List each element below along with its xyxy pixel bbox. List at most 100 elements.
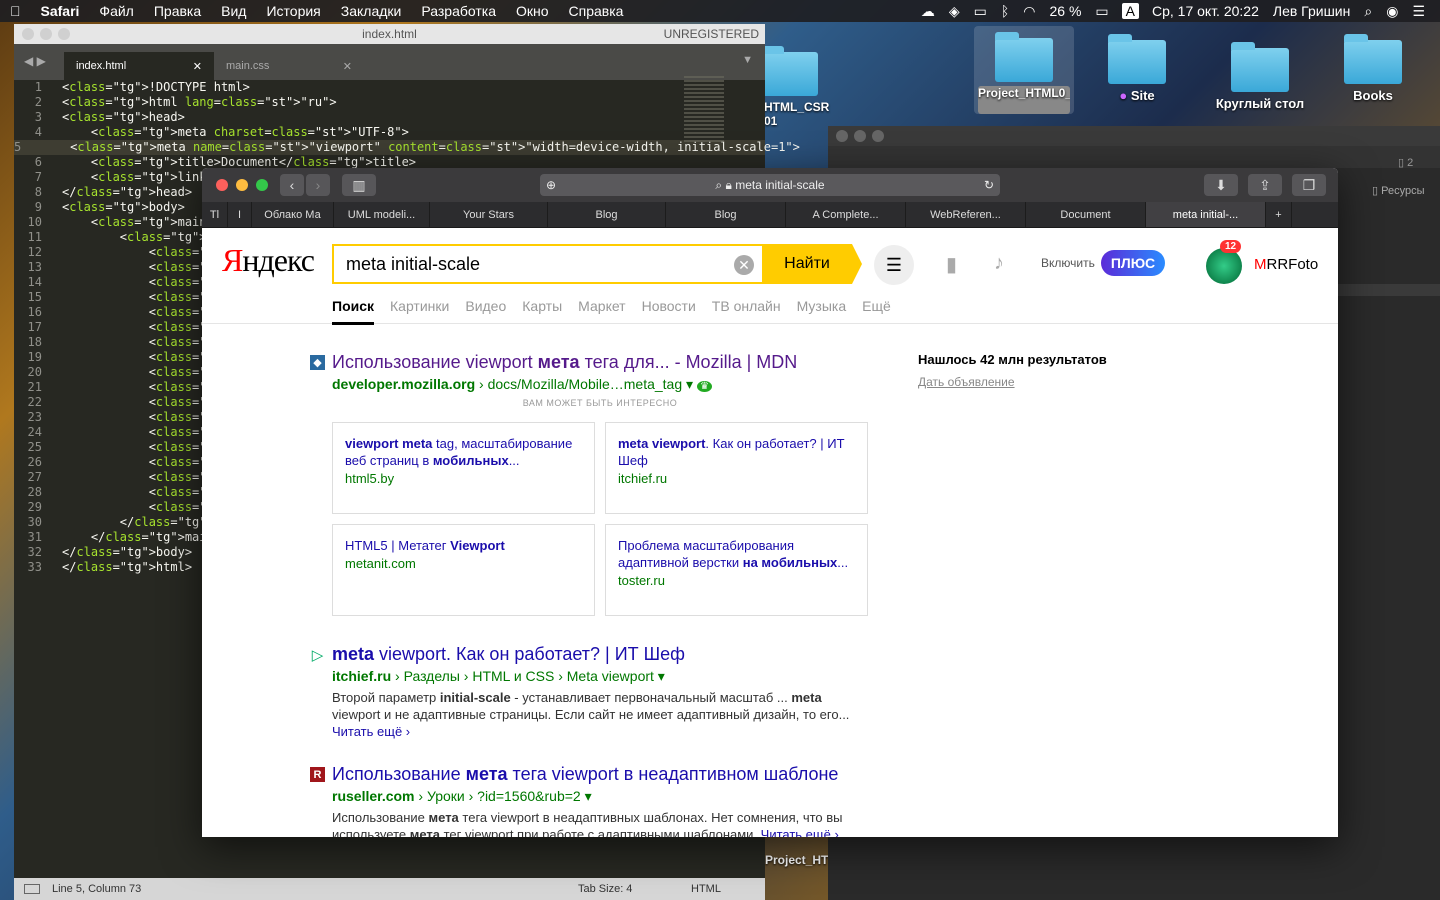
downloads-icon[interactable]: ⬇: [1204, 174, 1238, 196]
search-button[interactable]: Найти: [762, 244, 862, 284]
close-icon[interactable]: ✕: [193, 60, 202, 73]
reload-icon[interactable]: ↻: [984, 178, 994, 192]
sidebar-toggle-icon[interactable]: ▥: [342, 174, 376, 196]
code-line[interactable]: 5 <class="tg">meta name=class="st">"view…: [14, 140, 800, 155]
result-url[interactable]: itchief.ru › Разделы › HTML и CSS › Meta…: [332, 668, 872, 685]
search-vertical-tab[interactable]: Картинки: [390, 298, 449, 325]
code-line[interactable]: 2 <class="tg">html lang=class="st">"ru">: [14, 95, 765, 110]
clock[interactable]: Ср, 17 окт. 20:22: [1145, 3, 1266, 19]
related-card[interactable]: Проблема масштабирования адаптивной верс…: [605, 524, 868, 616]
tab-menu-icon[interactable]: ▼: [742, 54, 753, 66]
collections-icon[interactable]: ▮: [946, 252, 957, 277]
browser-tab[interactable]: Your Stars: [430, 202, 548, 227]
minimize-icon[interactable]: [236, 179, 248, 191]
yandex-logo[interactable]: Яндекс: [222, 242, 315, 279]
browser-tab[interactable]: Blog: [666, 202, 786, 227]
browser-tab[interactable]: UML modeli...: [334, 202, 430, 227]
desktop-folder-project-template[interactable]: Project_HTML0_Template: [974, 26, 1074, 114]
menu-develop[interactable]: Разработка: [411, 3, 506, 19]
desktop-folder-site[interactable]: ● Site: [1092, 34, 1182, 103]
desktop-folder-round-table[interactable]: Круглый стол: [1210, 42, 1310, 111]
tabs-overview-icon[interactable]: ❐: [1292, 174, 1326, 196]
code-line[interactable]: 4 <class="tg">meta charset=class="st">"U…: [14, 125, 765, 140]
result-url[interactable]: ruseller.com › Уроки › ?id=1560&rub=2 ▾: [332, 788, 872, 805]
address-bar[interactable]: ⊕ ⌕ 🔒︎ meta initial-scale ↻: [540, 174, 1000, 196]
menu-history[interactable]: История: [256, 3, 330, 19]
zoom-icon[interactable]: [872, 130, 884, 142]
result-url[interactable]: developer.mozilla.org › docs/Mozilla/Mob…: [332, 376, 872, 393]
user-login[interactable]: MRRFoto: [1254, 256, 1318, 273]
close-icon[interactable]: [836, 130, 848, 142]
syntax-mode[interactable]: HTML: [691, 883, 721, 895]
result-title[interactable]: meta viewport. Как он работает? | ИТ Шеф: [332, 644, 872, 665]
share-icon[interactable]: ⇪: [1248, 174, 1282, 196]
code-line[interactable]: 3 <class="tg">head>: [14, 110, 765, 125]
search-input[interactable]: meta initial-scale: [332, 244, 764, 284]
resources-tab[interactable]: ▯ Ресурсы: [1372, 184, 1425, 197]
result-title[interactable]: Использование viewport мета тега для... …: [332, 352, 872, 373]
menu-window[interactable]: Окно: [506, 3, 559, 19]
menu-bookmarks[interactable]: Закладки: [331, 3, 412, 19]
advertise-link[interactable]: Дать объявление: [918, 375, 1107, 389]
tab-main-css[interactable]: main.css ✕: [214, 52, 364, 80]
search-vertical-tab[interactable]: Музыка: [797, 298, 847, 325]
plus-promo[interactable]: Включить ПЛЮС: [1041, 250, 1166, 276]
menu-safari[interactable]: Safari: [31, 3, 90, 19]
browser-tab[interactable]: Document: [1026, 202, 1146, 227]
search-vertical-tab[interactable]: Видео: [465, 298, 506, 325]
menu-file[interactable]: Файл: [89, 3, 143, 19]
user-name[interactable]: Лев Гришин: [1266, 3, 1358, 19]
zoom-icon[interactable]: [256, 179, 268, 191]
related-card[interactable]: meta viewport. Как он работает? | ИТ Шеф…: [605, 422, 868, 514]
add-icon[interactable]: ⊕: [546, 178, 556, 192]
wifi-icon[interactable]: ◠: [1016, 3, 1042, 20]
dropbox-icon[interactable]: ◈: [942, 3, 967, 20]
desktop-folder-books[interactable]: Books: [1328, 34, 1418, 103]
notification-center-icon[interactable]: ☰: [1405, 3, 1432, 20]
browser-tab[interactable]: Tl: [202, 202, 228, 227]
menu-view[interactable]: Вид: [211, 3, 256, 19]
close-icon[interactable]: ✕: [343, 60, 352, 73]
siri-icon[interactable]: ◉: [1379, 3, 1405, 20]
search-vertical-tab[interactable]: ТВ онлайн: [712, 298, 781, 325]
search-vertical-tab[interactable]: Поиск: [332, 298, 375, 325]
battery-status[interactable]: 26 %: [1042, 3, 1088, 19]
close-icon[interactable]: [216, 179, 228, 191]
minimap[interactable]: [684, 76, 724, 142]
browser-tab[interactable]: I: [228, 202, 252, 227]
tab-index-html[interactable]: index.html ✕: [64, 52, 214, 80]
read-more-link[interactable]: Читать ещё ›: [761, 827, 839, 837]
browser-tab[interactable]: meta initial-...: [1146, 202, 1266, 227]
forward-button[interactable]: ›: [306, 174, 330, 196]
clear-search-icon[interactable]: ✕: [734, 255, 754, 275]
tab-size[interactable]: Tab Size: 4: [578, 883, 632, 895]
result-title[interactable]: Использование мета тега viewport в неада…: [332, 764, 872, 785]
browser-tab[interactable]: Облако Ма: [252, 202, 334, 227]
tab-nav-arrows-icon[interactable]: ◀ ▶: [24, 54, 46, 68]
search-vertical-tab[interactable]: Маркет: [578, 298, 625, 325]
bluetooth-icon[interactable]: ᛒ: [994, 3, 1016, 19]
cloud-icon[interactable]: ☁: [914, 3, 942, 20]
related-card[interactable]: viewport meta tag, масштабирование веб с…: [332, 422, 595, 514]
panel-toggle-icon[interactable]: [24, 884, 40, 894]
search-vertical-tab[interactable]: Ещё: [862, 298, 891, 325]
browser-tab[interactable]: Blog: [548, 202, 666, 227]
browser-tab[interactable]: WebReferen...: [906, 202, 1026, 227]
search-vertical-tab[interactable]: Новости: [642, 298, 696, 325]
code-line[interactable]: 1 <class="tg">!DOCTYPE html>: [14, 80, 765, 95]
desktop-folder-project-ht[interactable]: Project_HT: [765, 853, 828, 867]
avatar[interactable]: [1206, 248, 1242, 284]
new-tab-icon[interactable]: +: [1266, 202, 1292, 227]
bell-icon[interactable]: ♪: [994, 252, 1004, 275]
related-card[interactable]: HTML5 | Метатег Viewport metanit.com: [332, 524, 595, 616]
back-button[interactable]: ‹: [280, 174, 304, 196]
read-more-link[interactable]: Читать ещё ›: [332, 724, 410, 739]
plus-button[interactable]: ПЛЮС: [1100, 250, 1166, 276]
minimize-icon[interactable]: [854, 130, 866, 142]
input-source[interactable]: A: [1121, 3, 1139, 19]
spotlight-icon[interactable]: ⌕: [1357, 3, 1379, 20]
menu-help[interactable]: Справка: [559, 3, 634, 19]
browser-tab[interactable]: A Complete...: [786, 202, 906, 227]
airplay-icon[interactable]: ▭: [967, 3, 994, 20]
menu-edit[interactable]: Правка: [144, 3, 211, 19]
